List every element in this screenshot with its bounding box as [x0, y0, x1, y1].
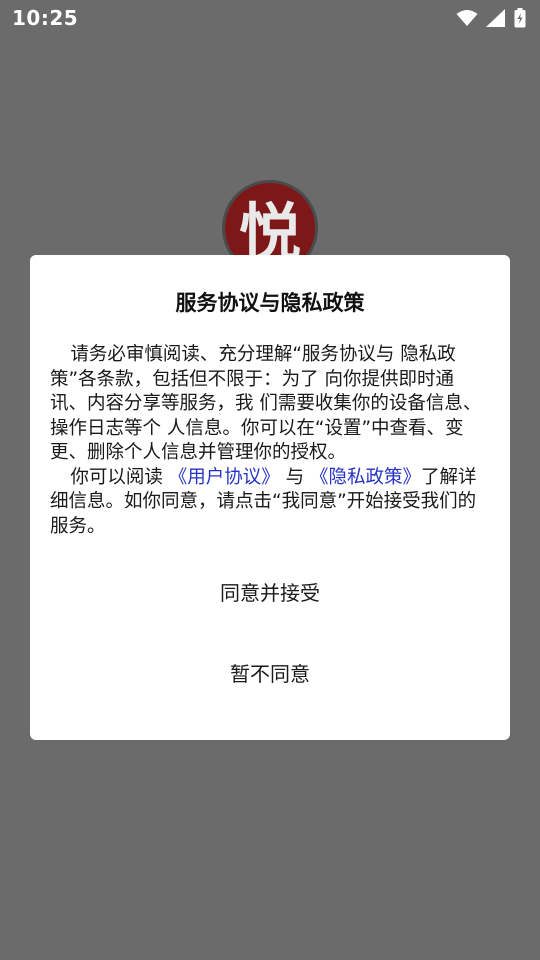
dialog-paragraph-2: 你可以阅读 《用户协议》 与 《隐私政策》了解详细信息。如你同意，请点击“我同意… — [50, 466, 490, 540]
decline-button[interactable]: 暂不同意 — [50, 658, 490, 687]
dialog-paragraph-1: 请务必审慎阅读、充分理解“服务协议与 隐私政策”各条款，包括但不限于：为了 向你… — [50, 344, 482, 463]
accept-button[interactable]: 同意并接受 — [50, 577, 490, 606]
paragraph2-and: 与 — [279, 466, 311, 488]
privacy-dialog: 服务协议与隐私政策 请务必审慎阅读、充分理解“服务协议与 隐私政策”各条款，包括… — [30, 255, 510, 740]
wifi-icon — [456, 9, 478, 27]
signal-icon — [486, 9, 506, 27]
status-time: 10:25 — [12, 6, 79, 30]
dialog-title: 服务协议与隐私政策 — [175, 291, 365, 315]
paragraph2-prefix: 你可以阅读 — [70, 466, 169, 488]
user-agreement-link[interactable]: 《用户协议》 — [169, 467, 280, 488]
status-icons — [456, 8, 526, 28]
dialog-body: 请务必审慎阅读、充分理解“服务协议与 隐私政策”各条款，包括但不限于：为了 向你… — [50, 343, 490, 539]
privacy-policy-link[interactable]: 《隐私政策》 — [310, 467, 421, 488]
battery-charging-icon — [514, 8, 526, 28]
status-bar: 10:25 — [0, 0, 540, 36]
